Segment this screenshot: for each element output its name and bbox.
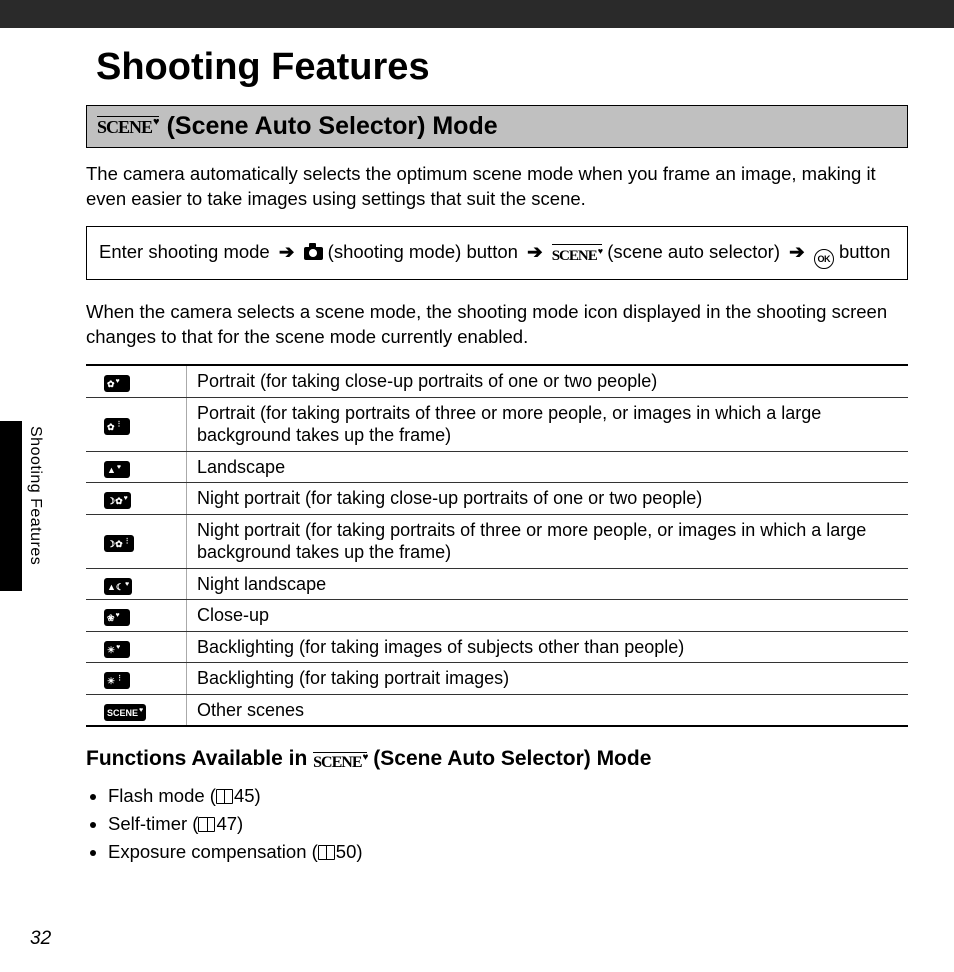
scene-description: Portrait (for taking close-up portraits … bbox=[187, 365, 909, 397]
table-row: ✿♥Portrait (for taking close-up portrait… bbox=[86, 365, 908, 397]
scene-auto-icon: SCENE♥ bbox=[313, 752, 367, 772]
scene-mode-table: ✿♥Portrait (for taking close-up portrait… bbox=[86, 364, 908, 727]
other-scenes-icon: SCENE♥ bbox=[86, 694, 187, 726]
night-portrait-2-icon: ☽✿⋮ bbox=[86, 514, 187, 568]
scene-auto-icon: SCENE♥ bbox=[552, 244, 602, 268]
scene-description: Backlighting (for taking images of subje… bbox=[187, 631, 909, 663]
camera-icon bbox=[304, 247, 323, 260]
functions-list: Flash mode ( 45) Self-timer ( 47) Exposure c… bbox=[108, 782, 908, 865]
function-label: Flash mode ( bbox=[108, 785, 216, 806]
table-row: ❀♥Close-up bbox=[86, 600, 908, 632]
nav-step-3: (scene auto selector) bbox=[607, 241, 780, 262]
section-intro: The camera automatically selects the opt… bbox=[86, 162, 908, 212]
section-heading: SCENE♥ (Scene Auto Selector) Mode bbox=[86, 105, 908, 148]
scene-description: Night portrait (for taking portraits of … bbox=[187, 514, 909, 568]
landscape-icon: ▲♥ bbox=[86, 451, 187, 483]
page-ref-number: 45) bbox=[234, 785, 261, 806]
scene-description: Portrait (for taking portraits of three … bbox=[187, 397, 909, 451]
scene-auto-icon: SCENE♥ bbox=[97, 116, 159, 138]
after-nav-text: When the camera selects a scene mode, th… bbox=[86, 300, 908, 350]
night-landscape-icon: ▲☾♥ bbox=[86, 568, 187, 600]
page-ref-number: 47) bbox=[216, 813, 243, 834]
page-ref-number: 50) bbox=[336, 841, 363, 862]
portrait-2-icon: ✿⋮ bbox=[86, 397, 187, 451]
table-row: ☀⋮Backlighting (for taking portrait imag… bbox=[86, 663, 908, 695]
close-up-icon: ❀♥ bbox=[86, 600, 187, 632]
scene-description: Landscape bbox=[187, 451, 909, 483]
arrow-icon: ➔ bbox=[279, 241, 295, 262]
subheading-suffix: (Scene Auto Selector) Mode bbox=[373, 747, 651, 770]
nav-step-1: Enter shooting mode bbox=[99, 241, 270, 262]
backlighting-2-icon: ☀⋮ bbox=[86, 663, 187, 695]
table-row: ☽✿⋮Night portrait (for taking portraits … bbox=[86, 514, 908, 568]
function-label: Self-timer ( bbox=[108, 813, 198, 834]
function-label: Exposure compensation ( bbox=[108, 841, 318, 862]
list-item: Flash mode ( 45) bbox=[108, 782, 908, 810]
nav-step-2: (shooting mode) button bbox=[328, 241, 518, 262]
scene-description: Night portrait (for taking close-up port… bbox=[187, 483, 909, 515]
list-item: Self-timer ( 47) bbox=[108, 810, 908, 838]
table-row: ☽✿♥Night portrait (for taking close-up p… bbox=[86, 483, 908, 515]
page-reference-icon bbox=[318, 845, 335, 860]
arrow-icon: ➔ bbox=[527, 241, 543, 262]
side-section-label: Shooting Features bbox=[26, 426, 44, 565]
page-reference-icon bbox=[216, 789, 233, 804]
backlighting-1-icon: ☀♥ bbox=[86, 631, 187, 663]
scene-description: Backlighting (for taking portrait images… bbox=[187, 663, 909, 695]
side-tab-marker bbox=[0, 421, 22, 591]
list-item: Exposure compensation ( 50) bbox=[108, 838, 908, 866]
top-black-bar bbox=[0, 0, 954, 28]
table-row: ▲☾♥Night landscape bbox=[86, 568, 908, 600]
functions-subheading: Functions Available in SCENE♥ (Scene Aut… bbox=[86, 747, 908, 772]
subheading-prefix: Functions Available in bbox=[86, 747, 307, 770]
page-number: 32 bbox=[30, 928, 51, 950]
ok-button-icon: OK bbox=[814, 249, 834, 269]
scene-description: Night landscape bbox=[187, 568, 909, 600]
arrow-icon: ➔ bbox=[789, 241, 805, 262]
table-row: ✿⋮Portrait (for taking portraits of thre… bbox=[86, 397, 908, 451]
page-reference-icon bbox=[198, 817, 215, 832]
scene-description: Other scenes bbox=[187, 694, 909, 726]
nav-step-4: button bbox=[839, 241, 890, 262]
navigation-steps-box: Enter shooting mode ➔ (shooting mode) bu… bbox=[86, 226, 908, 280]
scene-description: Close-up bbox=[187, 600, 909, 632]
chapter-title: Shooting Features bbox=[96, 46, 908, 89]
page-body: Shooting Features Shooting Features SCEN… bbox=[0, 46, 954, 972]
table-row: ▲♥Landscape bbox=[86, 451, 908, 483]
table-row: ☀♥Backlighting (for taking images of sub… bbox=[86, 631, 908, 663]
section-heading-text: (Scene Auto Selector) Mode bbox=[167, 112, 498, 141]
portrait-1-icon: ✿♥ bbox=[86, 365, 187, 397]
night-portrait-1-icon: ☽✿♥ bbox=[86, 483, 187, 515]
table-row: SCENE♥Other scenes bbox=[86, 694, 908, 726]
